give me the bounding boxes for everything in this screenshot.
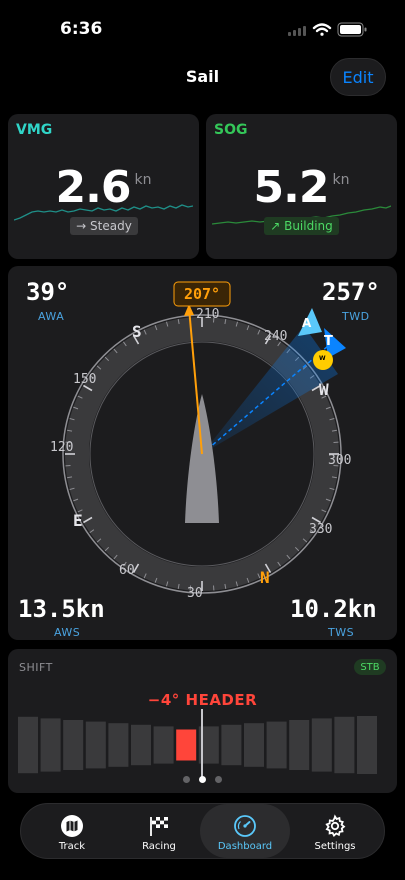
vmg-unit: kn xyxy=(134,172,152,188)
shift-bar xyxy=(40,718,61,772)
shift-bar-current xyxy=(176,729,197,761)
tab-bar: Track Racing Dashboard Settings xyxy=(20,803,385,859)
tab-track-label: Track xyxy=(58,841,86,852)
tab-track[interactable]: Track xyxy=(27,804,117,858)
shift-bar xyxy=(311,718,332,772)
shift-bar xyxy=(289,720,310,770)
ring-label-30: 30 xyxy=(187,586,203,601)
sog-title: SOG xyxy=(214,122,248,138)
ring-label-330: 330 xyxy=(309,522,333,537)
shift-label: SHIFT xyxy=(19,661,53,674)
shift-bar xyxy=(131,724,151,766)
shift-bar xyxy=(266,721,287,769)
ring-label-240: 240 xyxy=(264,329,288,344)
tab-dashboard-label: Dashboard xyxy=(217,841,273,852)
shift-bar xyxy=(85,721,106,769)
checkered-flag-icon xyxy=(150,817,168,836)
ring-label-150: 150 xyxy=(73,372,97,387)
shift-bar xyxy=(357,716,377,774)
page-dot[interactable] xyxy=(215,776,222,783)
ring-label-n: N xyxy=(260,568,270,587)
compass-card[interactable]: 39° AWA 257° TWD 13.5kn AWS 10.2kn TWS S… xyxy=(8,266,397,640)
wifi-icon xyxy=(312,23,332,36)
shift-card[interactable]: SHIFT STB xyxy=(8,649,397,793)
signal-icon xyxy=(288,26,306,36)
ring-label-e: E xyxy=(73,511,83,530)
shift-bar xyxy=(108,723,129,767)
shift-bar xyxy=(63,720,84,770)
shift-bar xyxy=(244,723,264,767)
ring-label-w: W xyxy=(319,380,329,399)
shift-bar xyxy=(221,724,242,766)
vmg-title: VMG xyxy=(16,122,53,138)
ring-label-210: 210 xyxy=(196,307,220,322)
ring-label-300: 300 xyxy=(328,453,352,468)
battery-icon xyxy=(337,22,367,37)
heading-readout: 207° xyxy=(183,285,221,303)
sog-card[interactable]: SOG 5.2 kn ↗ Building xyxy=(206,114,397,259)
apparent-wind-marker: A xyxy=(302,316,312,330)
vmg-card[interactable]: VMG 2.6 kn → Steady xyxy=(8,114,199,259)
ring-label-120: 120 xyxy=(50,440,74,455)
status-icons xyxy=(288,22,367,37)
boat-hull xyxy=(185,394,219,523)
shift-bar-chart xyxy=(18,709,377,781)
page-dot[interactable] xyxy=(183,776,190,783)
ring-label-60: 60 xyxy=(119,563,135,578)
map-icon xyxy=(61,815,83,837)
page-dot-active[interactable] xyxy=(199,776,206,783)
sog-unit: kn xyxy=(332,172,350,188)
tab-racing-label: Racing xyxy=(142,841,176,852)
true-wind-marker: T xyxy=(324,334,333,349)
tab-settings[interactable]: Settings xyxy=(290,804,380,858)
shift-value: −4° HEADER xyxy=(147,691,258,709)
shift-bar xyxy=(334,716,355,774)
shift-bar xyxy=(18,716,38,774)
sog-trend-badge: ↗ Building xyxy=(264,217,339,235)
tack-badge: STB xyxy=(354,659,386,675)
gauge-icon xyxy=(234,815,256,837)
tab-racing[interactable]: Racing xyxy=(114,804,204,858)
ring-label-s: S xyxy=(132,322,142,341)
tab-dashboard[interactable]: Dashboard xyxy=(200,804,290,858)
vmg-trend-badge: → Steady xyxy=(70,217,138,235)
gear-icon xyxy=(325,814,346,837)
tab-settings-label: Settings xyxy=(314,841,356,852)
page-indicator[interactable] xyxy=(180,776,226,784)
status-time: 6:36 xyxy=(60,19,103,39)
wind-marker-label: W xyxy=(319,355,326,362)
shift-bar xyxy=(153,726,174,764)
edit-button[interactable]: Edit xyxy=(330,58,386,96)
